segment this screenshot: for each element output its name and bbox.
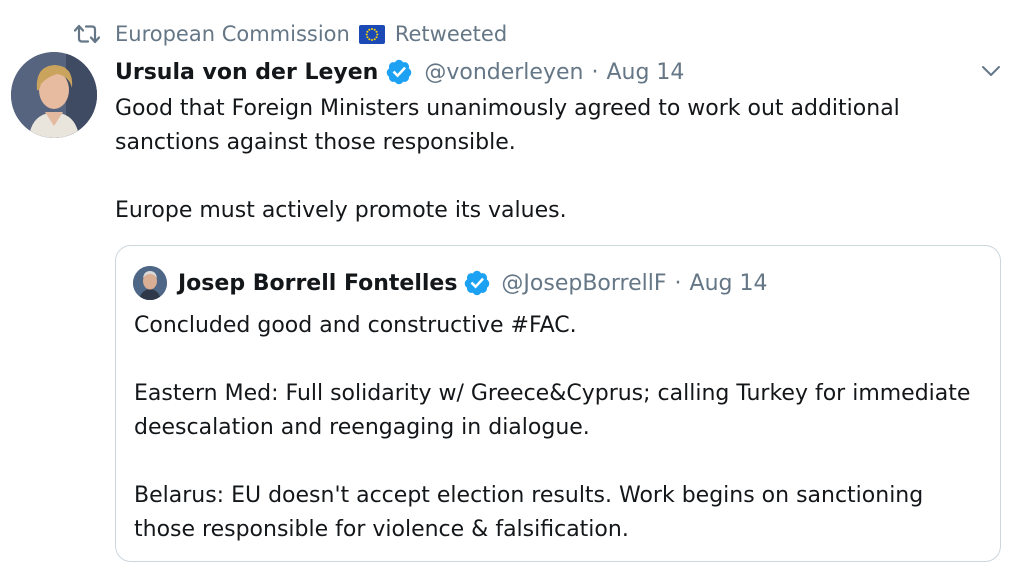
- quoted-text: Concluded good and constructive #FAC. Ea…: [134, 309, 984, 547]
- quoted-author-name[interactable]: Josep Borrell Fontelles: [178, 271, 457, 296]
- tweet-paragraph: Good that Foreign Ministers unanimously …: [115, 96, 900, 155]
- quoted-header: Josep Borrell Fontelles @JosepBorrellF ·…: [178, 265, 767, 301]
- tweet-text: Good that Foreign Ministers unanimously …: [115, 92, 995, 228]
- tweet-date[interactable]: Aug 14: [606, 60, 684, 85]
- retweet-icon: [74, 24, 100, 44]
- retweeted-label: Retweeted: [394, 22, 508, 46]
- author-handle[interactable]: @vonderleyen: [424, 60, 583, 85]
- avatar[interactable]: [11, 52, 97, 138]
- separator-dot: ·: [674, 270, 682, 296]
- quoted-paragraph: Concluded good and constructive #FAC.: [134, 313, 577, 338]
- verified-badge-icon: [465, 270, 490, 296]
- retweet-context: European Commission Retweeted: [74, 18, 507, 50]
- retweeter-name[interactable]: European Commission: [115, 22, 350, 46]
- quoted-paragraph: Belarus: EU doesn't accept election resu…: [134, 483, 924, 542]
- separator-dot: ·: [591, 59, 599, 85]
- tweet-header: Ursula von der Leyen @vonderleyen · Aug …: [115, 54, 684, 90]
- eu-flag-icon: [358, 24, 385, 44]
- quoted-author-handle[interactable]: @JosepBorrellF: [501, 271, 666, 296]
- quoted-avatar[interactable]: [133, 266, 167, 300]
- tweet-paragraph: Europe must actively promote its values.: [115, 198, 567, 223]
- verified-badge-icon: [387, 59, 412, 85]
- chevron-down-icon[interactable]: [980, 60, 1002, 82]
- author-name[interactable]: Ursula von der Leyen: [115, 60, 378, 85]
- quoted-tweet[interactable]: Josep Borrell Fontelles @JosepBorrellF ·…: [115, 245, 1001, 562]
- quoted-paragraph: Eastern Med: Full solidarity w/ Greece&C…: [134, 381, 971, 440]
- quoted-tweet-date[interactable]: Aug 14: [690, 271, 768, 296]
